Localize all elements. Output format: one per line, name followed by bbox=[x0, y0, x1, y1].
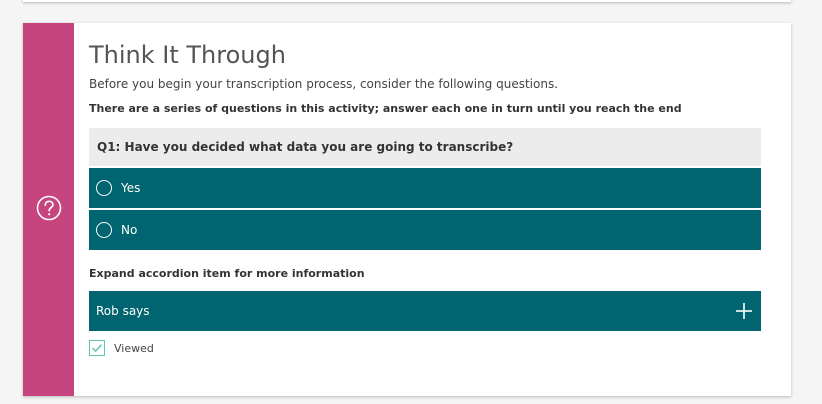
radio-icon[interactable] bbox=[96, 222, 112, 238]
answer-option-label: Yes bbox=[121, 181, 141, 195]
question-circle-icon bbox=[36, 195, 62, 221]
radio-icon[interactable] bbox=[96, 180, 112, 196]
checkmark-icon bbox=[91, 344, 103, 353]
question-text: Q1: Have you decided what data you are g… bbox=[97, 140, 514, 154]
previous-card bbox=[23, 0, 791, 2]
answer-option-no[interactable]: No bbox=[89, 210, 761, 250]
accordion-item-label: Rob says bbox=[96, 304, 150, 318]
block-intro: Before you begin your transcription proc… bbox=[89, 77, 559, 91]
answer-option-label: No bbox=[121, 223, 138, 237]
think-it-through-block: Think It Through Before you begin your t… bbox=[23, 23, 791, 396]
plus-icon[interactable] bbox=[735, 302, 753, 320]
block-side-bar bbox=[23, 23, 74, 396]
completion-label: Viewed bbox=[114, 341, 154, 355]
accordion-item-rob-says[interactable]: Rob says bbox=[89, 291, 761, 331]
accordion-instruction: Expand accordion item for more informati… bbox=[89, 267, 365, 280]
answer-option-yes[interactable]: Yes bbox=[89, 168, 761, 208]
completion-checkbox bbox=[89, 340, 105, 356]
question-header: Q1: Have you decided what data you are g… bbox=[89, 128, 761, 166]
completion-status: Viewed bbox=[89, 340, 154, 356]
block-title: Think It Through bbox=[89, 41, 286, 69]
block-instruction: There are a series of questions in this … bbox=[89, 102, 682, 115]
